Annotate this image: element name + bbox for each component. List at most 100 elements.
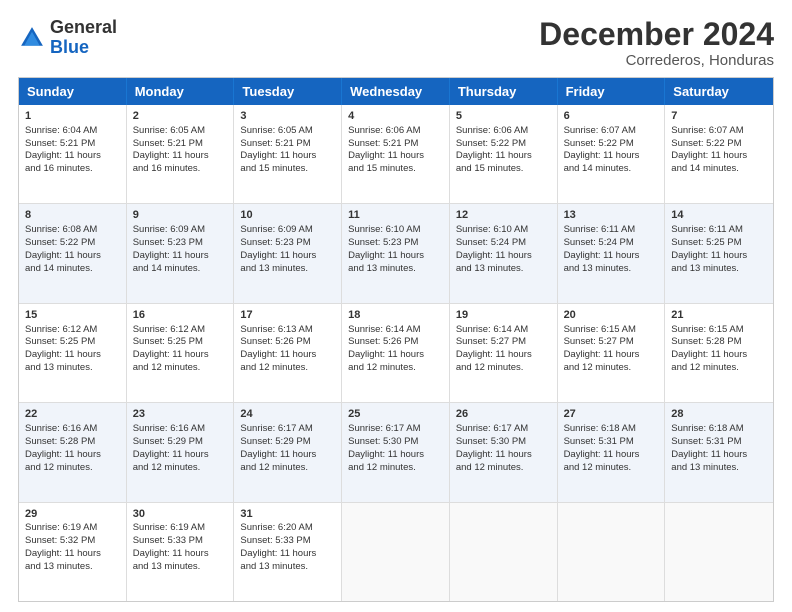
day-info-line: and 12 minutes. xyxy=(564,462,632,473)
day-info-line: Sunset: 5:26 PM xyxy=(240,336,310,347)
day-info-line: Sunset: 5:22 PM xyxy=(25,237,95,248)
day-number: 26 xyxy=(456,407,551,422)
header-cell-saturday: Saturday xyxy=(665,78,773,105)
day-info-line: Sunrise: 6:19 AM xyxy=(133,522,205,533)
header-cell-tuesday: Tuesday xyxy=(234,78,342,105)
day-info-line: and 12 minutes. xyxy=(240,362,308,373)
calendar-row-4: 22Sunrise: 6:16 AM Sunset: 5:28 PM Dayligh… xyxy=(19,402,773,501)
day-number: 13 xyxy=(564,208,659,223)
day-info-line: Sunset: 5:21 PM xyxy=(133,138,203,149)
day-info-line: and 14 minutes. xyxy=(25,263,93,274)
day-info-line: Sunset: 5:22 PM xyxy=(564,138,634,149)
day-info-line: Sunset: 5:28 PM xyxy=(25,436,95,447)
day-cell-12: 12Sunrise: 6:10 AMSunset: 5:24 PMDayligh… xyxy=(450,204,558,302)
day-info-line: and 12 minutes. xyxy=(240,462,308,473)
day-info-line: Sunrise: 6:10 AM xyxy=(456,224,528,235)
day-info-line: Sunrise: 6:05 AM xyxy=(240,125,312,136)
day-info-line: Daylight: 11 hours xyxy=(25,349,101,360)
day-cell-20: 20Sunrise: 6:15 AMSunset: 5:27 PMDayligh… xyxy=(558,304,666,402)
logo-text: General Blue xyxy=(50,18,117,58)
day-info-line: and 12 minutes. xyxy=(564,362,632,373)
day-number: 1 xyxy=(25,109,120,124)
day-info-line: Daylight: 11 hours xyxy=(456,150,532,161)
day-info-line: Daylight: 11 hours xyxy=(671,449,747,460)
day-info-line: Sunset: 5:27 PM xyxy=(564,336,634,347)
day-cell-18: 18Sunrise: 6:14 AMSunset: 5:26 PMDayligh… xyxy=(342,304,450,402)
day-cell-29: 29Sunrise: 6:19 AMSunset: 5:32 PMDayligh… xyxy=(19,503,127,601)
day-info-line: Daylight: 11 hours xyxy=(25,250,101,261)
day-info-line: and 13 minutes. xyxy=(564,263,632,274)
day-cell-30: 30Sunrise: 6:19 AMSunset: 5:33 PMDayligh… xyxy=(127,503,235,601)
top-section: General Blue December 2024 Correderos, H… xyxy=(18,18,774,69)
day-cell-25: 25Sunrise: 6:17 AMSunset: 5:30 PMDayligh… xyxy=(342,403,450,501)
day-info-line: Daylight: 11 hours xyxy=(456,449,532,460)
day-info-line: and 13 minutes. xyxy=(671,263,739,274)
day-number: 30 xyxy=(133,507,228,522)
day-info-line: Daylight: 11 hours xyxy=(240,150,316,161)
day-info-line: Daylight: 11 hours xyxy=(564,349,640,360)
day-info-line: Sunrise: 6:13 AM xyxy=(240,324,312,335)
day-cell-8: 8Sunrise: 6:08 AMSunset: 5:22 PMDaylight… xyxy=(19,204,127,302)
day-info-line: Daylight: 11 hours xyxy=(564,150,640,161)
day-info-line: Sunset: 5:22 PM xyxy=(671,138,741,149)
day-cell-5: 5Sunrise: 6:06 AMSunset: 5:22 PMDaylight… xyxy=(450,105,558,203)
day-number: 7 xyxy=(671,109,767,124)
month-year-title: December 2024 xyxy=(539,18,774,50)
day-info-line: Sunset: 5:27 PM xyxy=(456,336,526,347)
day-info-line: Sunset: 5:24 PM xyxy=(456,237,526,248)
day-cell-2: 2Sunrise: 6:05 AMSunset: 5:21 PMDaylight… xyxy=(127,105,235,203)
day-info-line: Daylight: 11 hours xyxy=(671,349,747,360)
day-info-line: Sunset: 5:30 PM xyxy=(348,436,418,447)
day-info-line: and 14 minutes. xyxy=(671,163,739,174)
day-info-line: Sunrise: 6:17 AM xyxy=(348,423,420,434)
day-number: 19 xyxy=(456,308,551,323)
day-info-line: and 13 minutes. xyxy=(456,263,524,274)
day-info-line: Sunrise: 6:12 AM xyxy=(25,324,97,335)
day-info-line: Daylight: 11 hours xyxy=(25,150,101,161)
day-info-line: Sunset: 5:29 PM xyxy=(133,436,203,447)
day-info-line: Daylight: 11 hours xyxy=(133,150,209,161)
day-info-line: Sunset: 5:32 PM xyxy=(25,535,95,546)
day-number: 22 xyxy=(25,407,120,422)
day-info-line: and 13 minutes. xyxy=(25,561,93,572)
day-number: 4 xyxy=(348,109,443,124)
day-info-line: Sunrise: 6:06 AM xyxy=(348,125,420,136)
empty-cell xyxy=(342,503,450,601)
day-cell-28: 28Sunrise: 6:18 AMSunset: 5:31 PMDayligh… xyxy=(665,403,773,501)
day-number: 28 xyxy=(671,407,767,422)
day-info-line: Sunset: 5:33 PM xyxy=(240,535,310,546)
day-info-line: Sunset: 5:21 PM xyxy=(348,138,418,149)
day-number: 21 xyxy=(671,308,767,323)
day-cell-3: 3Sunrise: 6:05 AMSunset: 5:21 PMDaylight… xyxy=(234,105,342,203)
day-number: 2 xyxy=(133,109,228,124)
day-number: 24 xyxy=(240,407,335,422)
day-info-line: Sunrise: 6:09 AM xyxy=(133,224,205,235)
day-number: 3 xyxy=(240,109,335,124)
calendar-header: SundayMondayTuesdayWednesdayThursdayFrid… xyxy=(19,78,773,105)
day-info-line: and 12 minutes. xyxy=(133,362,201,373)
day-info-line: Sunrise: 6:11 AM xyxy=(671,224,743,235)
day-info-line: Daylight: 11 hours xyxy=(456,349,532,360)
day-info-line: Sunrise: 6:16 AM xyxy=(25,423,97,434)
day-info-line: Sunrise: 6:17 AM xyxy=(456,423,528,434)
day-info-line: and 12 minutes. xyxy=(348,362,416,373)
day-info-line: Sunset: 5:23 PM xyxy=(348,237,418,248)
day-info-line: Daylight: 11 hours xyxy=(348,449,424,460)
day-info-line: Daylight: 11 hours xyxy=(671,250,747,261)
day-info-line: Sunrise: 6:12 AM xyxy=(133,324,205,335)
day-cell-6: 6Sunrise: 6:07 AMSunset: 5:22 PMDaylight… xyxy=(558,105,666,203)
day-info-line: Sunrise: 6:08 AM xyxy=(25,224,97,235)
day-number: 27 xyxy=(564,407,659,422)
day-info-line: and 12 minutes. xyxy=(671,362,739,373)
day-info-line: Sunrise: 6:04 AM xyxy=(25,125,97,136)
day-info-line: and 15 minutes. xyxy=(240,163,308,174)
empty-cell xyxy=(450,503,558,601)
day-number: 9 xyxy=(133,208,228,223)
day-cell-13: 13Sunrise: 6:11 AMSunset: 5:24 PMDayligh… xyxy=(558,204,666,302)
day-info-line: Sunset: 5:33 PM xyxy=(133,535,203,546)
calendar-body: 1Sunrise: 6:04 AMSunset: 5:21 PMDaylight… xyxy=(19,105,773,601)
header-cell-sunday: Sunday xyxy=(19,78,127,105)
day-info-line: and 12 minutes. xyxy=(456,462,524,473)
day-number: 16 xyxy=(133,308,228,323)
location-label: Correderos, Honduras xyxy=(539,52,774,69)
